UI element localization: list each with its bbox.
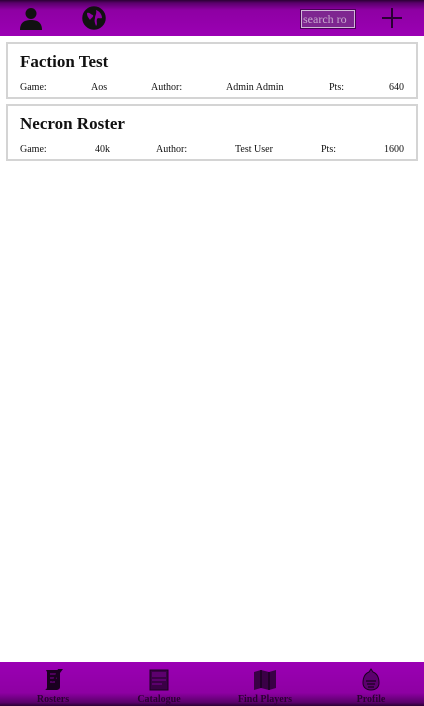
nav-catalogue[interactable]: Catalogue bbox=[106, 662, 212, 706]
roster-name: Faction Test bbox=[20, 52, 109, 71]
roster-list: Faction Test Game: Aos Author: Admin Adm… bbox=[6, 42, 418, 166]
nav-rosters[interactable]: Rosters bbox=[0, 662, 106, 706]
nav-label: Find Players bbox=[237, 694, 293, 705]
game-value: Aos bbox=[91, 82, 108, 93]
roster-name: Necron Roster bbox=[20, 114, 125, 133]
roster-meta: Game: 40k Author: Test User Pts: 1600 bbox=[20, 143, 404, 157]
search-input[interactable] bbox=[300, 9, 356, 29]
game-label: Game: bbox=[20, 144, 47, 155]
author-value: Test User bbox=[235, 144, 273, 155]
globe-icon[interactable] bbox=[82, 6, 106, 30]
plus-icon[interactable] bbox=[380, 6, 404, 30]
game-value: 40k bbox=[95, 144, 110, 155]
author-label: Author: bbox=[151, 82, 183, 93]
nav-find-players[interactable]: Find Players bbox=[212, 662, 318, 706]
points-label: Pts: bbox=[329, 82, 345, 93]
bottom-nav-bar: Rosters Catalogue Find Players Profile bbox=[0, 662, 424, 706]
scroll-icon bbox=[45, 669, 63, 690]
map-icon bbox=[254, 670, 276, 690]
author-value: Admin Admin bbox=[226, 82, 284, 93]
roster-card[interactable]: Necron Roster Game: 40k Author: Test Use… bbox=[6, 104, 418, 161]
user-icon[interactable] bbox=[19, 6, 43, 30]
points-value: 640 bbox=[389, 82, 404, 93]
nav-label: Profile bbox=[356, 694, 386, 705]
points-value: 1600 bbox=[384, 144, 404, 155]
top-app-bar bbox=[0, 0, 424, 36]
points-label: Pts: bbox=[321, 144, 337, 155]
nav-label: Rosters bbox=[36, 694, 70, 705]
roster-meta: Game: Aos Author: Admin Admin Pts: 640 bbox=[20, 81, 404, 95]
game-label: Game: bbox=[20, 82, 47, 93]
roster-card[interactable]: Faction Test Game: Aos Author: Admin Adm… bbox=[6, 42, 418, 99]
book-icon bbox=[149, 669, 169, 691]
nav-label: Catalogue bbox=[137, 694, 181, 705]
author-label: Author: bbox=[156, 144, 188, 155]
helmet-icon bbox=[362, 668, 380, 691]
nav-profile[interactable]: Profile bbox=[318, 662, 424, 706]
